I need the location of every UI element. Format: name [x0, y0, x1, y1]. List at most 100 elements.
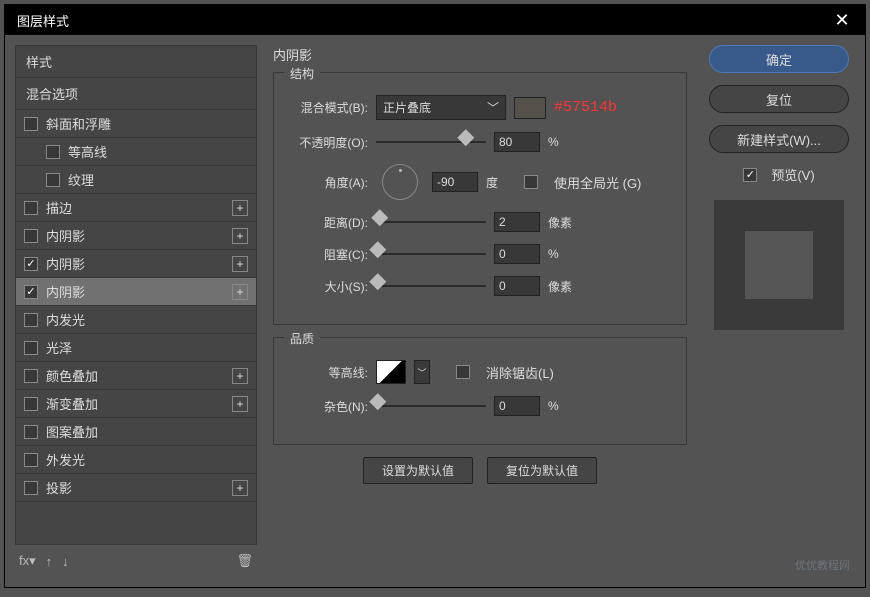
titlebar: 图层样式 ✕	[5, 5, 865, 35]
move-up-icon[interactable]: ↑	[46, 554, 53, 569]
opacity-slider[interactable]	[376, 141, 486, 143]
contour-swatch[interactable]	[376, 360, 406, 384]
style-checkbox[interactable]	[24, 481, 38, 495]
color-hex-annotation: #57514b	[554, 99, 617, 116]
style-checkbox[interactable]	[46, 145, 60, 159]
style-item[interactable]: 等高线	[16, 138, 256, 166]
distance-slider[interactable]	[376, 221, 486, 223]
angle-dial[interactable]	[382, 164, 418, 200]
opacity-label: 不透明度(O):	[288, 134, 368, 151]
style-item[interactable]: 投影+	[16, 474, 256, 502]
size-slider[interactable]	[376, 285, 486, 287]
right-panel: 确定 复位 新建样式(W)... 预览(V)	[703, 45, 855, 577]
watermark: 优优教程网	[795, 557, 850, 573]
choke-input[interactable]	[494, 244, 540, 264]
antialias-checkbox[interactable]	[456, 365, 470, 379]
style-label: 外发光	[46, 450, 85, 469]
cancel-button[interactable]: 复位	[709, 85, 849, 113]
choke-slider[interactable]	[376, 253, 486, 255]
add-effect-icon[interactable]: +	[232, 256, 248, 272]
angle-input[interactable]	[432, 172, 478, 192]
style-checkbox[interactable]	[46, 173, 60, 187]
panel-title: 内阴影	[273, 45, 687, 64]
style-item[interactable]: 纹理	[16, 166, 256, 194]
preview-swatch	[745, 231, 813, 299]
make-default-button[interactable]: 设置为默认值	[363, 457, 473, 484]
noise-slider[interactable]	[376, 405, 486, 407]
global-light-label: 使用全局光 (G)	[554, 173, 641, 192]
add-effect-icon[interactable]: +	[232, 228, 248, 244]
style-item[interactable]: 描边 +	[16, 194, 256, 222]
style-label: 等高线	[68, 142, 107, 161]
style-item[interactable]: 斜面和浮雕	[16, 110, 256, 138]
distance-input[interactable]	[494, 212, 540, 232]
size-input[interactable]	[494, 276, 540, 296]
style-label: 描边	[46, 198, 72, 217]
style-checkbox[interactable]	[24, 285, 38, 299]
move-down-icon[interactable]: ↓	[62, 554, 69, 569]
add-effect-icon[interactable]: +	[232, 284, 248, 300]
noise-label: 杂色(N):	[288, 398, 368, 415]
opacity-unit: %	[548, 135, 578, 149]
reset-default-button[interactable]: 复位为默认值	[487, 457, 597, 484]
style-item[interactable]: 内阴影+	[16, 222, 256, 250]
ok-button[interactable]: 确定	[709, 45, 849, 73]
sidebar: 样式 混合选项 斜面和浮雕等高线纹理描边+内阴影+内阴影+内阴影+内发光光泽颜色…	[15, 45, 257, 577]
style-checkbox[interactable]	[24, 425, 38, 439]
distance-unit: 像素	[548, 214, 578, 231]
size-unit: 像素	[548, 278, 578, 295]
style-item[interactable]: 图案叠加	[16, 418, 256, 446]
style-checkbox[interactable]	[24, 201, 38, 215]
add-effect-icon[interactable]: +	[232, 368, 248, 384]
style-label: 斜面和浮雕	[46, 114, 111, 133]
styles-header[interactable]: 样式	[16, 46, 256, 78]
blend-mode-label: 混合模式(B):	[288, 99, 368, 116]
noise-input[interactable]	[494, 396, 540, 416]
fx-menu-icon[interactable]: fx▾	[19, 553, 36, 569]
antialias-label: 消除锯齿(L)	[486, 363, 554, 382]
blend-mode-select[interactable]: 正片叠底 ﹀	[376, 95, 506, 120]
style-item[interactable]: 颜色叠加 +	[16, 362, 256, 390]
quality-legend: 品质	[284, 330, 320, 347]
style-item[interactable]: 内阴影+	[16, 250, 256, 278]
style-checkbox[interactable]	[24, 369, 38, 383]
close-button[interactable]: ✕	[827, 5, 857, 35]
new-style-button[interactable]: 新建样式(W)...	[709, 125, 849, 153]
style-label: 颜色叠加	[46, 366, 98, 385]
style-item[interactable]: 渐变叠加 +	[16, 390, 256, 418]
distance-label: 距离(D):	[288, 214, 368, 231]
style-checkbox[interactable]	[24, 453, 38, 467]
add-effect-icon[interactable]: +	[232, 480, 248, 496]
style-checkbox[interactable]	[24, 117, 38, 131]
contour-dropdown[interactable]: ﹀	[414, 360, 430, 384]
style-checkbox[interactable]	[24, 257, 38, 271]
quality-fieldset: 品质 等高线: ﹀ 消除锯齿(L) 杂色(N): %	[273, 337, 687, 445]
style-checkbox[interactable]	[24, 229, 38, 243]
preview-checkbox[interactable]	[743, 168, 757, 182]
angle-label: 角度(A):	[288, 174, 368, 191]
style-label: 内阴影	[46, 282, 85, 301]
add-effect-icon[interactable]: +	[232, 200, 248, 216]
color-swatch[interactable]	[514, 97, 546, 119]
chevron-down-icon: ﹀	[487, 99, 499, 116]
structure-legend: 结构	[284, 65, 320, 82]
opacity-input[interactable]	[494, 132, 540, 152]
add-effect-icon[interactable]: +	[232, 396, 248, 412]
style-item[interactable]: 光泽	[16, 334, 256, 362]
contour-label: 等高线:	[288, 364, 368, 381]
blend-options-header[interactable]: 混合选项	[16, 78, 256, 110]
style-label: 渐变叠加	[46, 394, 98, 413]
main-panel: 内阴影 结构 混合模式(B): 正片叠底 ﹀ #57514b 不透明度(O):	[265, 45, 695, 577]
style-label: 内发光	[46, 310, 85, 329]
preview-label: 预览(V)	[771, 165, 814, 184]
style-checkbox[interactable]	[24, 313, 38, 327]
style-item[interactable]: 内发光	[16, 306, 256, 334]
style-checkbox[interactable]	[24, 397, 38, 411]
style-item[interactable]: 外发光	[16, 446, 256, 474]
style-label: 图案叠加	[46, 422, 98, 441]
style-item[interactable]: 内阴影 +	[16, 278, 256, 306]
size-label: 大小(S):	[288, 278, 368, 295]
global-light-checkbox[interactable]	[524, 175, 538, 189]
trash-icon[interactable]: 🗑	[236, 553, 253, 569]
style-checkbox[interactable]	[24, 341, 38, 355]
